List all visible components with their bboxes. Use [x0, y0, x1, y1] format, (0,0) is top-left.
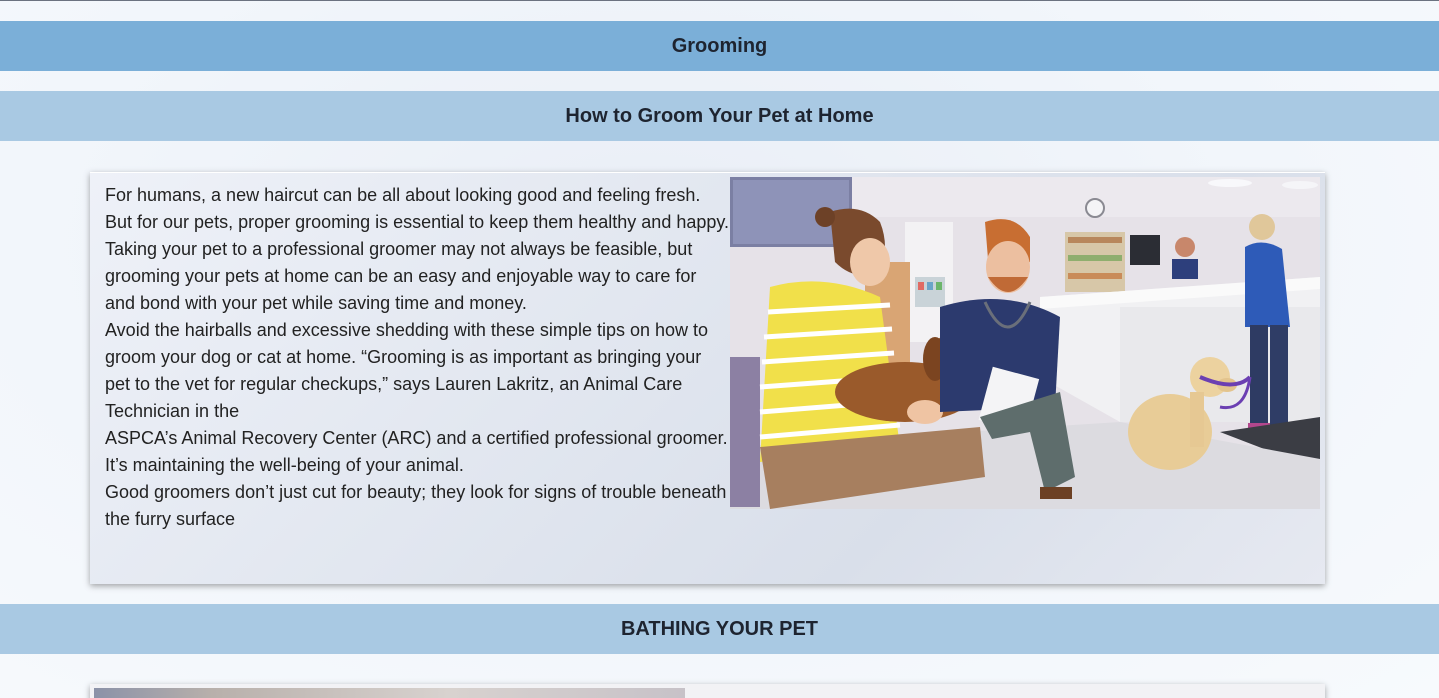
section-title: How to Groom Your Pet at Home — [565, 104, 874, 127]
page-title: Grooming — [671, 34, 768, 57]
article-paragraph: Taking your pet to a professional groome… — [105, 239, 697, 313]
article-paragraph: ASPCA’s Animal Recovery Center (ARC) and… — [105, 428, 728, 475]
content-card-grooming: For humans, a new haircut can be all abo… — [90, 172, 1325, 584]
section-header-how-to-groom: How to Groom Your Pet at Home — [0, 91, 1439, 141]
article-paragraph: Good groomers don’t just cut for beauty;… — [105, 482, 727, 529]
section-title: BATHING YOUR PET — [620, 617, 819, 640]
page-title-banner: Grooming — [0, 21, 1439, 71]
section-header-bathing: BATHING YOUR PET — [0, 604, 1439, 654]
article-paragraph: Avoid the hairballs and excessive sheddi… — [105, 320, 709, 421]
article-paragraph: For humans, a new haircut can be all abo… — [105, 185, 730, 232]
bathing-photo — [94, 688, 685, 698]
vet-clinic-photo — [730, 177, 1320, 509]
article-text: For humans, a new haircut can be all abo… — [105, 182, 730, 533]
content-card-bathing — [90, 684, 1325, 698]
page-top-border — [0, 0, 1439, 1]
